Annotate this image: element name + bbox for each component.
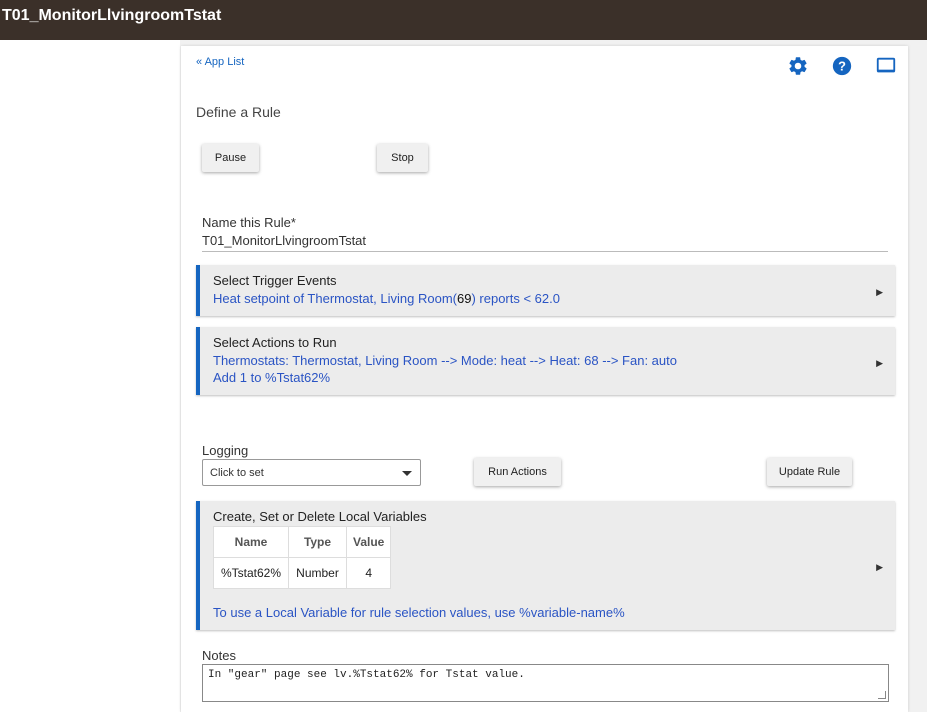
rule-name-label: Name this Rule* xyxy=(202,215,296,230)
trigger-events-description: Heat setpoint of Thermostat, Living Room… xyxy=(213,291,560,306)
column-header-name: Name xyxy=(213,526,289,558)
rule-editor-panel: « App List ? Define a Rule Pause Stop Na… xyxy=(181,46,908,712)
local-variables-table: Name Type Value %Tstat62% Number 4 xyxy=(213,526,392,589)
logging-select-value: Click to set xyxy=(210,467,264,479)
app-list-link[interactable]: « App List xyxy=(196,56,244,68)
expand-arrow-icon[interactable]: ▶ xyxy=(876,287,883,298)
gear-icon[interactable] xyxy=(787,55,809,77)
rule-name-underline xyxy=(202,251,888,252)
local-variables-hint: To use a Local Variable for rule selecti… xyxy=(213,605,625,620)
monitor-icon[interactable] xyxy=(875,55,897,77)
rule-name-input[interactable]: T01_MonitorLlvingroomTstat xyxy=(202,233,366,248)
actions-line-2: Add 1 to %Tstat62% xyxy=(213,370,331,385)
title-bar: T01_MonitorLlvingroomTstat xyxy=(0,0,927,40)
actions-heading: Select Actions to Run xyxy=(213,335,337,350)
table-row[interactable]: %Tstat62% Number 4 xyxy=(213,557,392,589)
page-heading: Define a Rule xyxy=(196,104,281,120)
table-header-row: Name Type Value xyxy=(213,526,392,558)
chevron-down-icon xyxy=(402,471,412,476)
notes-label: Notes xyxy=(202,648,236,663)
notes-textarea[interactable]: In "gear" page see lv.%Tstat62% for Tsta… xyxy=(202,664,889,702)
logging-select[interactable]: Click to set xyxy=(202,459,421,486)
variable-type-cell: Number xyxy=(288,557,347,589)
local-variables-heading: Create, Set or Delete Local Variables xyxy=(213,509,427,524)
variable-name-cell[interactable]: %Tstat62% xyxy=(213,557,289,589)
expand-arrow-icon[interactable]: ▶ xyxy=(876,358,883,369)
logging-label: Logging xyxy=(202,443,249,458)
pause-button[interactable]: Pause xyxy=(202,144,259,172)
local-variables-section[interactable]: Create, Set or Delete Local Variables Na… xyxy=(196,501,895,630)
left-pane xyxy=(0,40,180,712)
variable-value-cell: 4 xyxy=(345,557,392,589)
update-rule-button[interactable]: Update Rule xyxy=(767,458,852,486)
help-icon[interactable]: ? xyxy=(831,55,853,77)
app-title: T01_MonitorLlvingroomTstat xyxy=(2,7,222,24)
trigger-events-heading: Select Trigger Events xyxy=(213,273,337,288)
column-header-value: Value xyxy=(345,526,392,558)
stop-button[interactable]: Stop xyxy=(377,144,428,172)
column-header-type: Type xyxy=(288,526,347,558)
actions-section[interactable]: Select Actions to Run Thermostats: Therm… xyxy=(196,327,895,395)
notes-text: In "gear" page see lv.%Tstat62% for Tsta… xyxy=(208,669,525,681)
svg-text:?: ? xyxy=(838,59,846,74)
expand-arrow-icon[interactable]: ▶ xyxy=(876,562,883,573)
trigger-events-section[interactable]: Select Trigger Events Heat setpoint of T… xyxy=(196,265,895,316)
resize-handle-icon[interactable] xyxy=(878,691,886,699)
run-actions-button[interactable]: Run Actions xyxy=(474,458,561,486)
actions-line-1: Thermostats: Thermostat, Living Room -->… xyxy=(213,353,677,368)
